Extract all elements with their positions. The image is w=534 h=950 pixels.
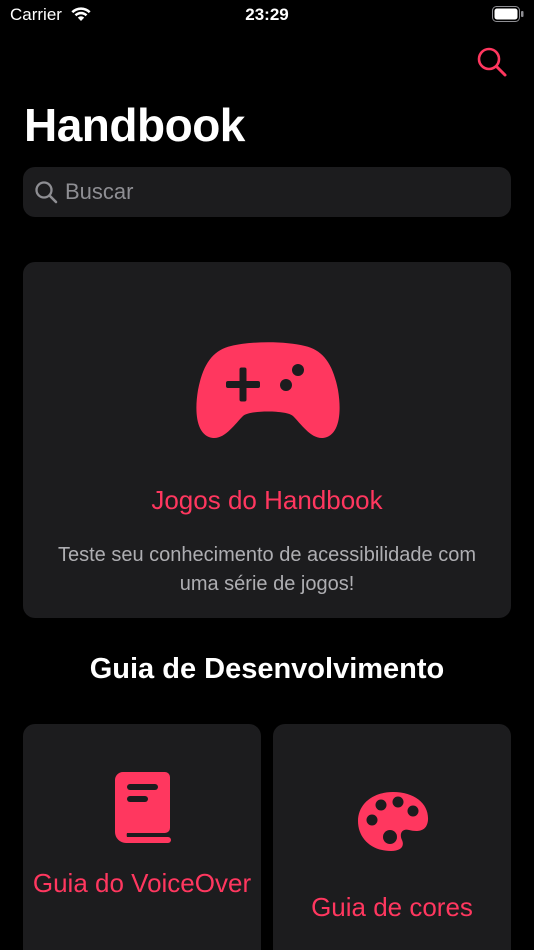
battery-icon: [492, 6, 524, 27]
palette-icon: [358, 792, 429, 851]
clock: 23:29: [245, 5, 289, 24]
games-card[interactable]: Jogos do Handbook Teste seu conhecimento…: [23, 262, 511, 618]
status-bar: Carrier 23:29: [0, 0, 534, 32]
games-card-title: Jogos do Handbook: [151, 485, 383, 515]
gamecontroller-icon: [196, 342, 340, 439]
search-input[interactable]: [65, 179, 485, 205]
search-icon: [477, 47, 507, 77]
section-title: Guia de Desenvolvimento: [89, 653, 445, 685]
search-button[interactable]: [474, 44, 510, 80]
search-bar[interactable]: [23, 167, 511, 217]
voiceover-guide-card[interactable]: Guia do VoiceOver: [23, 724, 261, 950]
games-card-description: Teste seu conhecimento de acessibilidade…: [57, 544, 477, 595]
magnifier-icon: [33, 179, 59, 205]
page-title: Handbook: [24, 99, 245, 151]
book-icon: [115, 772, 171, 843]
color-guide-card[interactable]: Guia de cores: [273, 724, 511, 950]
color-guide-label: Guia de cores: [311, 892, 473, 922]
voiceover-guide-label: Guia do VoiceOver: [32, 868, 252, 898]
